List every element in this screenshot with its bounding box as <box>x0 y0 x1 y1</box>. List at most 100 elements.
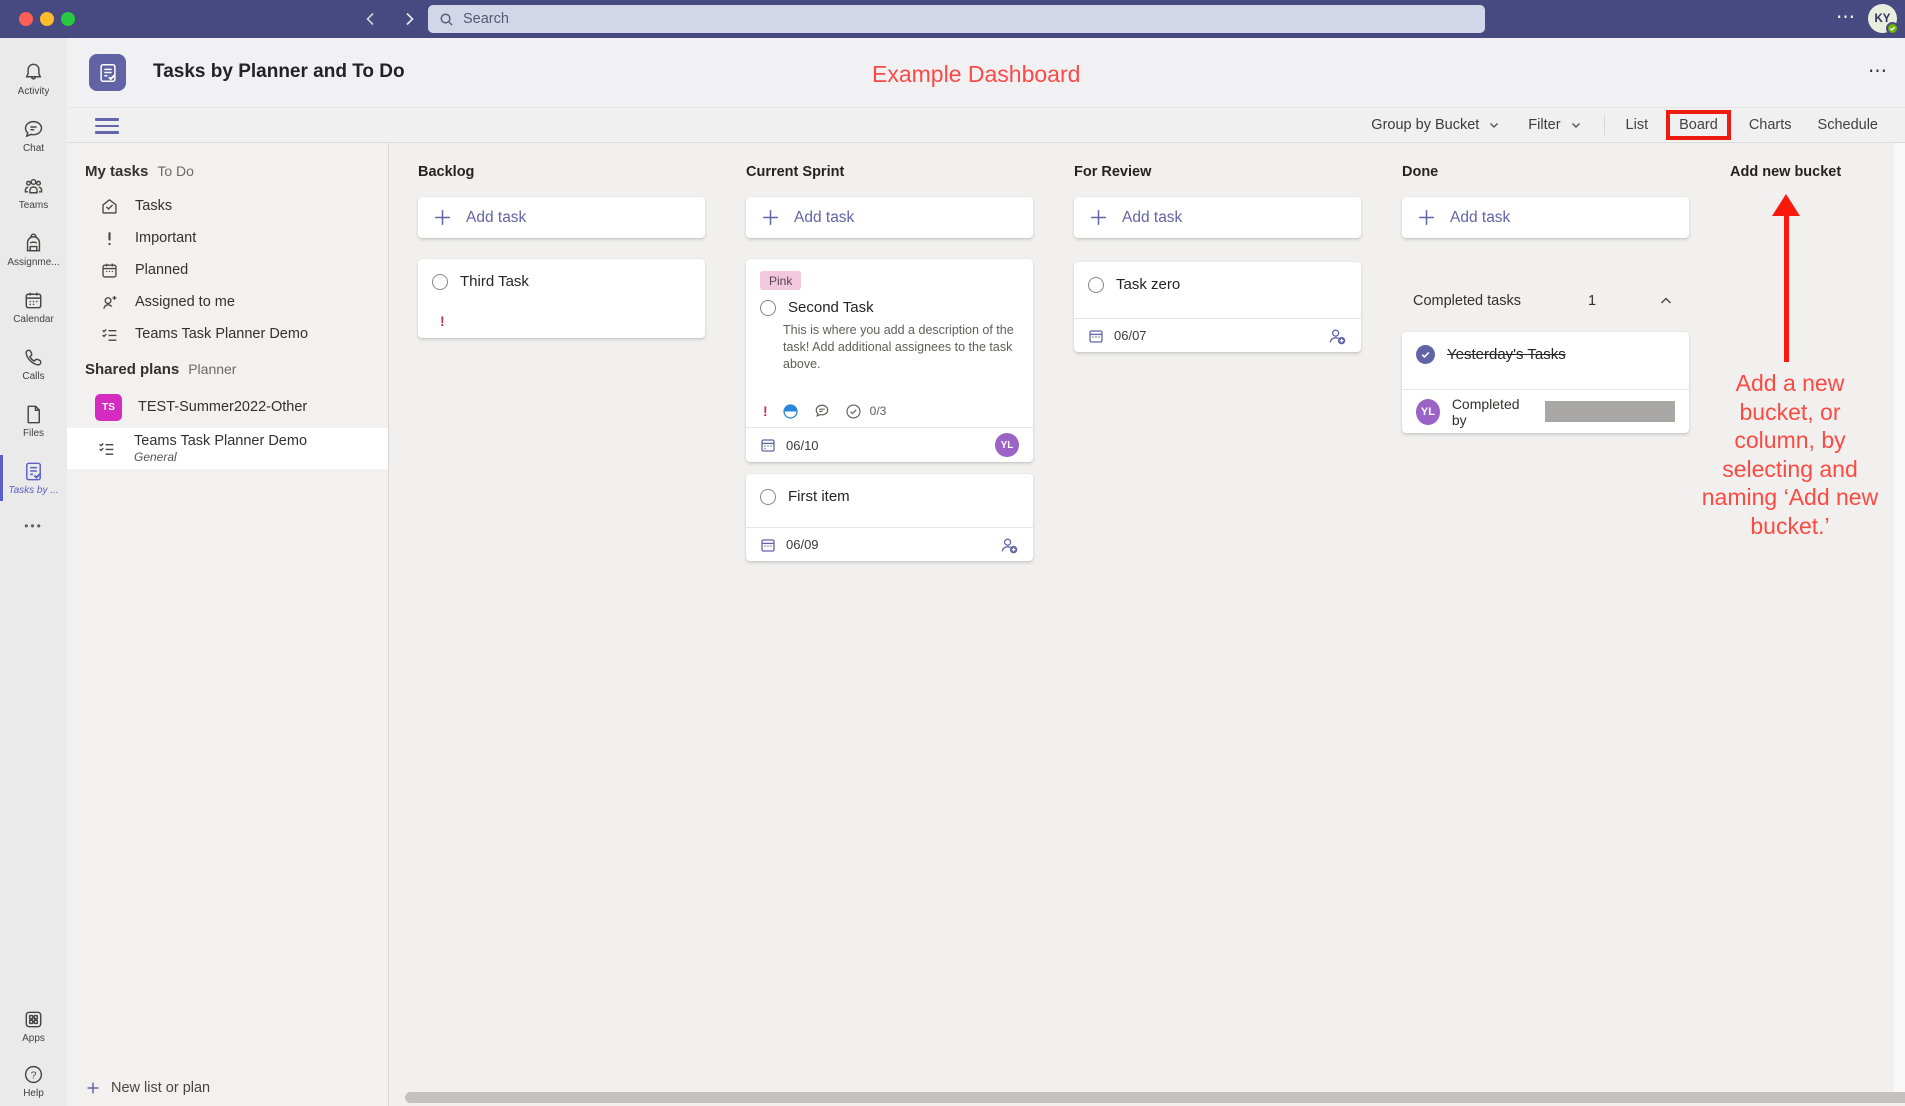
maximize-window-button[interactable] <box>61 12 75 26</box>
titlebar: Search ⋯ KY <box>0 0 1905 38</box>
add-task-button[interactable]: Add task <box>746 197 1033 238</box>
app-header: Tasks by Planner and To Do Example Dashb… <box>67 38 1905 107</box>
task-card-task-zero[interactable]: Task zero 06/07 <box>1074 262 1361 352</box>
chat-icon <box>21 117 46 142</box>
forward-icon[interactable] <box>394 4 424 34</box>
task-title: Third Task <box>460 273 529 290</box>
rail-item-calendar[interactable]: Calendar <box>0 278 67 335</box>
presence-available-icon <box>1886 22 1899 35</box>
rail-item-label: Chat <box>23 143 44 154</box>
add-task-button[interactable]: Add task <box>418 197 705 238</box>
rail-item-calls[interactable]: Calls <box>0 335 67 392</box>
sidebar-item-planned[interactable]: Planned <box>67 254 388 286</box>
close-window-button[interactable] <box>19 12 33 26</box>
rail-item-activity[interactable]: Activity <box>0 50 67 107</box>
column-add-new-bucket: Add new bucket <box>1730 143 1905 1106</box>
assigned-person-icon <box>100 293 119 312</box>
search-input[interactable]: Search <box>428 5 1485 33</box>
assign-person-icon[interactable] <box>999 535 1019 555</box>
sidebar-item-label: Important <box>135 230 196 246</box>
task-indicators: ! 0/3 <box>763 402 886 420</box>
avatar[interactable]: KY <box>1868 4 1897 33</box>
filter-dropdown[interactable]: Filter <box>1514 117 1595 133</box>
task-card-third-task[interactable]: Third Task ! <box>418 259 705 338</box>
toolbar-divider <box>1604 115 1605 135</box>
tab-list[interactable]: List <box>1613 117 1662 133</box>
apps-icon <box>21 1007 46 1032</box>
task-card-second-task[interactable]: Pink Second Task This is where you add a… <box>746 259 1033 462</box>
rail-more-button[interactable]: ••• <box>24 506 43 546</box>
add-task-label: Add task <box>466 209 526 227</box>
back-icon[interactable] <box>356 4 386 34</box>
minimize-window-button[interactable] <box>40 12 54 26</box>
due-date-icon <box>760 437 776 453</box>
due-date: 06/09 <box>786 537 819 552</box>
rail-item-label: Calls <box>22 371 44 382</box>
sidebar-item-test-summer2022[interactable]: TS TEST-Summer2022-Other <box>67 389 388 425</box>
sidebar-item-important[interactable]: Important <box>67 222 388 254</box>
task-card-yesterdays-tasks[interactable]: Yesterday's Tasks YL Completed by <box>1402 332 1689 433</box>
tab-schedule[interactable]: Schedule <box>1805 117 1891 133</box>
assignee-avatar[interactable]: YL <box>1416 399 1440 425</box>
my-tasks-section-header: My tasks To Do <box>85 163 194 180</box>
add-task-button[interactable]: Add task <box>1074 197 1361 238</box>
group-by-dropdown[interactable]: Group by Bucket <box>1357 117 1514 133</box>
rail-item-teams[interactable]: Teams <box>0 164 67 221</box>
priority-important-icon: ! <box>440 313 445 329</box>
sidebar-item-selected-plan[interactable]: Teams Task Planner Demo General <box>67 428 388 469</box>
complete-task-toggle[interactable] <box>760 489 776 505</box>
rail-item-files[interactable]: Files <box>0 392 67 449</box>
complete-task-toggle[interactable] <box>432 274 448 290</box>
sidebar-item-label: Tasks <box>135 198 172 214</box>
complete-task-toggle[interactable] <box>760 300 776 316</box>
tab-charts[interactable]: Charts <box>1736 117 1805 133</box>
horizontal-scrollbar[interactable] <box>405 1092 1905 1103</box>
column-current-sprint: Current Sprint Add task Pink Second Task… <box>746 143 1038 1106</box>
active-indicator <box>0 455 3 501</box>
rail-item-tasks-active[interactable]: Tasks by ... <box>0 449 67 506</box>
add-task-button[interactable]: Add task <box>1402 197 1689 238</box>
titlebar-more-button[interactable]: ⋯ <box>1836 6 1857 29</box>
rail-item-chat[interactable]: Chat <box>0 107 67 164</box>
rail-item-assignments[interactable]: Assignme... <box>0 221 67 278</box>
tab-board-highlighted[interactable]: Board <box>1666 110 1731 140</box>
priority-important-icon: ! <box>763 403 768 419</box>
rail-item-help[interactable]: ? Help <box>0 1054 67 1106</box>
task-title: First item <box>788 488 850 505</box>
column-backlog: Backlog Add task Third Task ! <box>418 143 710 1106</box>
plus-icon <box>1416 207 1437 228</box>
rail-item-label: Calendar <box>13 314 54 325</box>
filter-label: Filter <box>1528 117 1560 133</box>
completed-check-icon[interactable] <box>1416 345 1435 364</box>
annotation-example-dashboard: Example Dashboard <box>872 61 1080 88</box>
svg-text:?: ? <box>31 1069 37 1081</box>
selected-plan-channel: General <box>134 450 307 464</box>
plus-icon <box>432 207 453 228</box>
checklist-icon <box>97 439 116 458</box>
my-tasks-subtitle: To Do <box>157 163 194 179</box>
assign-person-icon[interactable] <box>1327 326 1347 346</box>
new-list-or-plan-button[interactable]: New list or plan <box>85 1080 210 1096</box>
rail-item-apps[interactable]: Apps <box>0 997 67 1054</box>
completed-tasks-count: 1 <box>1588 293 1596 309</box>
task-card-first-item[interactable]: First item 06/09 <box>746 474 1033 561</box>
due-date: 06/07 <box>1114 328 1147 343</box>
search-icon <box>439 12 454 27</box>
chevron-down-icon <box>1488 119 1500 131</box>
redacted-name-block <box>1545 401 1675 422</box>
completed-tasks-toggle[interactable]: Completed tasks 1 <box>1402 293 1689 309</box>
hamburger-menu-icon[interactable] <box>95 118 119 134</box>
column-header: For Review <box>1074 164 1151 180</box>
complete-task-toggle[interactable] <box>1088 277 1104 293</box>
sidebar-item-tasks[interactable]: Tasks <box>67 190 388 222</box>
add-new-bucket-button[interactable]: Add new bucket <box>1730 164 1841 180</box>
column-header: Done <box>1402 164 1438 180</box>
shared-plans-subtitle: Planner <box>188 361 236 377</box>
sidebar-item-label: Assigned to me <box>135 294 235 310</box>
assignee-avatar[interactable]: YL <box>995 433 1019 457</box>
checklist-count: 0/3 <box>870 404 887 418</box>
sidebar-item-assigned-to-me[interactable]: Assigned to me <box>67 286 388 318</box>
tasks-planner-icon <box>21 459 46 484</box>
sidebar-item-teams-task-planner-demo[interactable]: Teams Task Planner Demo <box>67 318 388 350</box>
app-header-more-button[interactable]: ⋯ <box>1868 60 1889 83</box>
